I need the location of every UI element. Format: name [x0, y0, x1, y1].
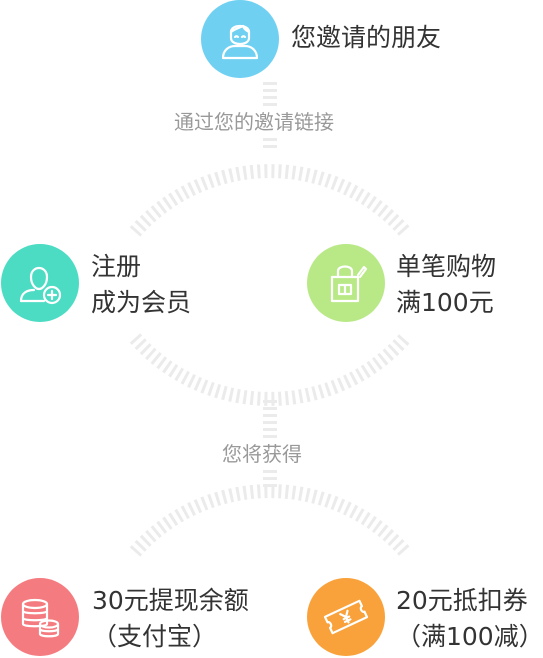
shopping-bag-icon	[330, 265, 368, 303]
decorative-arcs	[129, 82, 411, 557]
purchase-line1: 单笔购物	[396, 252, 497, 281]
you-will-get-text: 您将获得	[218, 438, 306, 467]
coupon-reward-line2: （满100减）	[396, 622, 543, 651]
lower-arc	[129, 484, 411, 557]
cash-reward-line1: 30元提现余额	[92, 586, 249, 615]
register-circle	[1, 244, 79, 322]
purchase-label: 单笔购物 满100元	[396, 249, 496, 321]
purchase-circle	[307, 244, 385, 322]
coupon-reward-label: 20元抵扣券 （满100减）	[396, 583, 543, 655]
add-user-icon	[19, 266, 62, 305]
register-line1: 注册	[91, 252, 142, 281]
user-avatar-icon	[221, 24, 259, 60]
via-invite-link-text: 通过您的邀请链接	[170, 106, 338, 135]
coupon-icon	[323, 599, 369, 635]
friend-label-text: 您邀请的朋友	[291, 23, 442, 52]
coins-icon	[21, 598, 60, 638]
friend-avatar-circle	[201, 0, 279, 78]
middle-arc	[129, 333, 411, 406]
cash-reward-label: 30元提现余额 （支付宝）	[92, 583, 249, 655]
register-line2: 成为会员	[91, 288, 192, 317]
cash-reward-line2: （支付宝）	[92, 622, 218, 651]
cash-reward-circle	[1, 578, 79, 656]
coupon-reward-circle	[307, 578, 385, 656]
purchase-line2: 满100元	[396, 288, 494, 317]
coupon-reward-line1: 20元抵扣券	[396, 586, 528, 615]
friend-label: 您邀请的朋友	[291, 20, 441, 56]
upper-arc	[129, 164, 411, 237]
register-label: 注册 成为会员	[91, 249, 191, 321]
